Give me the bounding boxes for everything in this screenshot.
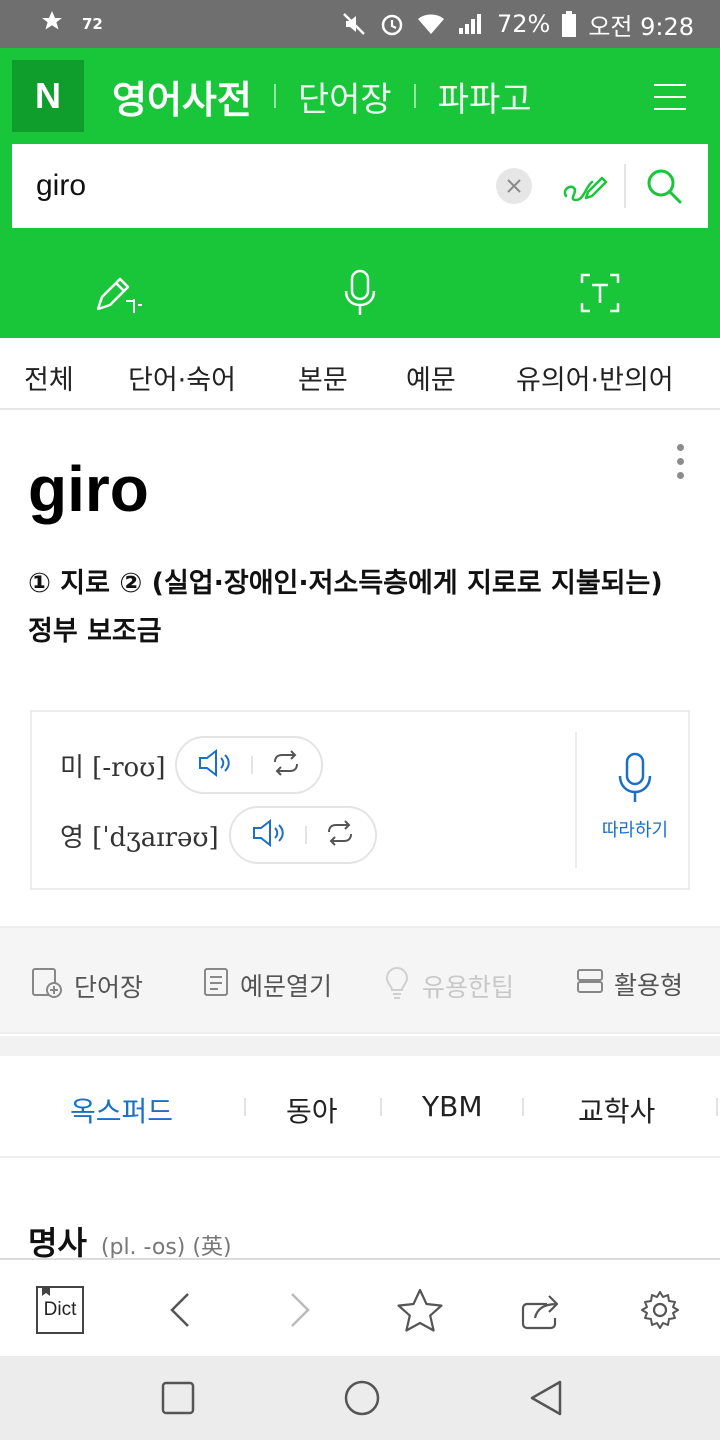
wifi-icon [417, 12, 445, 36]
repeat-icon[interactable] [325, 820, 355, 850]
tab-divider [380, 1098, 382, 1116]
tab-donga[interactable]: 동아 [286, 1090, 338, 1130]
alarm-icon [379, 11, 405, 37]
lightbulb-icon [382, 966, 412, 1006]
tab-oxford[interactable]: 옥스퍼드 [70, 1090, 173, 1130]
follow-along-label: 따라하기 [601, 820, 669, 841]
signal-icon [457, 12, 485, 36]
word-meaning: ① 지로 ② (실업·장애인·저소득층에게 지로로 지불되는) 정부 보조금 [28, 568, 663, 647]
pronunciation-controls [175, 736, 324, 794]
search-input[interactable]: giro [36, 169, 496, 203]
share-icon[interactable] [512, 1282, 568, 1338]
search-bar: giro [12, 144, 708, 228]
pronunciation-us: 미 [-roʊ] [60, 736, 324, 794]
pronunciation-uk: 영 [ˈdʒaɪrəʊ] [60, 806, 377, 864]
mute-icon [341, 11, 367, 37]
wordbook-link[interactable]: 단어장 [298, 72, 392, 121]
back-nav-icon[interactable] [526, 1378, 566, 1418]
dict-home-button[interactable]: Dict [32, 1282, 88, 1338]
dictionary-source-tabs: 옥스퍼드 동아 YBM 교학사 [0, 1056, 720, 1158]
handwriting-input-icon[interactable] [558, 162, 610, 210]
tab-synonyms-antonyms[interactable]: 유의어·반의어 [516, 358, 674, 397]
pronunciation-box: 미 [-roʊ] 영 [ˈdʒaɪrəʊ] 따라하기 [30, 710, 690, 890]
more-options-icon[interactable] [670, 442, 690, 482]
recent-apps-icon[interactable] [158, 1378, 198, 1418]
entry-actions: 단어장 예문열기 유용한팁 활용형 [0, 926, 720, 1034]
notification-count: 72 [82, 15, 103, 33]
tab-all[interactable]: 전체 [24, 358, 74, 397]
voice-search-icon[interactable] [240, 248, 480, 338]
tab-words-idioms[interactable]: 단어·숙어 [128, 358, 236, 397]
pronunciation-controls [228, 806, 377, 864]
follow-along-button[interactable]: 따라하기 [590, 752, 680, 842]
tab-divider [244, 1098, 246, 1116]
back-icon[interactable] [152, 1282, 208, 1338]
pill-divider [251, 756, 254, 774]
tab-body[interactable]: 본문 [298, 358, 348, 397]
forms-label: 활용형 [614, 971, 684, 1000]
battery-percent: 72% [496, 10, 551, 38]
speaker-icon[interactable] [197, 748, 233, 782]
speaker-icon[interactable] [251, 818, 287, 852]
repeat-icon[interactable] [271, 750, 301, 780]
battery-icon [562, 11, 577, 37]
search-divider [624, 164, 626, 208]
pos-detail: (pl. -os) (英) [100, 1235, 232, 1260]
wordbook-label: 단어장 [74, 973, 144, 1002]
open-examples-button[interactable]: 예문열기 [202, 966, 332, 1004]
section-spacer [0, 1036, 720, 1056]
dict-label: Dict [43, 1299, 77, 1320]
result-category-tabs: 전체 단어·숙어 본문 예문 유의어·반의어 [0, 338, 720, 410]
header-divider [413, 84, 416, 108]
tab-divider [716, 1098, 718, 1116]
layers-icon [576, 967, 604, 1001]
pronunciation-label: 영 [ˈdʒaɪrəʊ] [60, 822, 219, 853]
tab-ybm[interactable]: YBM [422, 1090, 482, 1123]
add-to-wordbook-button[interactable]: 단어장 [30, 966, 143, 1006]
star-notification-icon [40, 9, 64, 39]
tab-kyohaksa[interactable]: 교학사 [578, 1090, 655, 1130]
home-icon[interactable] [342, 1378, 382, 1418]
tab-examples[interactable]: 예문 [406, 358, 456, 397]
wordbook-add-icon [30, 966, 64, 1006]
hamburger-menu-icon[interactable] [654, 82, 686, 112]
forward-icon[interactable] [272, 1282, 328, 1338]
text-recognition-icon[interactable] [480, 248, 720, 338]
clock: 오전 9:28 [588, 12, 694, 41]
input-tools [0, 248, 720, 338]
browser-toolbar: Dict [0, 1258, 720, 1356]
follow-divider [575, 732, 577, 868]
document-icon [202, 966, 230, 1004]
useful-tips-button[interactable]: 유용한팁 [382, 966, 514, 1006]
naver-logo[interactable]: N [12, 60, 84, 132]
clear-search-icon[interactable] [496, 168, 532, 204]
papago-link[interactable]: 파파고 [438, 72, 532, 121]
examples-label: 예문열기 [240, 972, 333, 1001]
search-icon[interactable] [640, 162, 688, 210]
pill-divider [304, 826, 307, 844]
dict-icon: Dict [36, 1286, 84, 1334]
header-divider [273, 84, 276, 108]
tips-label: 유용한팁 [422, 973, 515, 1002]
app-header: N 영어사전 단어장 파파고 giro [0, 48, 720, 338]
pronunciation-label: 미 [-roʊ] [60, 752, 166, 783]
settings-gear-icon[interactable] [632, 1282, 688, 1338]
dictionary-title[interactable]: 영어사전 [112, 69, 252, 124]
microphone-icon [617, 752, 653, 808]
bookmark-star-icon[interactable] [392, 1282, 448, 1338]
handwriting-korean-icon[interactable] [0, 248, 240, 338]
android-nav-bar [0, 1356, 720, 1440]
tab-divider [522, 1098, 524, 1116]
status-bar: 72 72% 오전 9:28 [0, 0, 720, 48]
headword: giro [28, 453, 149, 525]
word-forms-button[interactable]: 활용형 [576, 966, 683, 1002]
